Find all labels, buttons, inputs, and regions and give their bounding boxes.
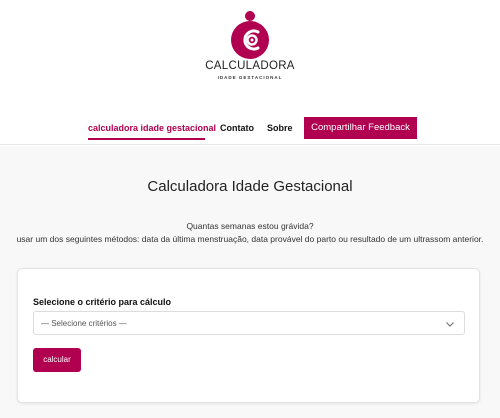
criteria-select-value: — Selecione critérios —: [41, 319, 127, 328]
calculator-card: Selecione o critério para cálculo — Sele…: [17, 268, 480, 403]
calculate-button[interactable]: calcular: [33, 348, 81, 372]
brand-tagline: IDADE GESTACIONAL: [217, 75, 283, 80]
main-content: Calculadora Idade Gestacional Quantas se…: [0, 146, 500, 418]
intro-question: Quantas semanas estou grávida?: [186, 221, 314, 231]
mother-baby-logo-icon[interactable]: [228, 10, 272, 60]
intro-description: usar um dos seguintes métodos: data da ú…: [16, 234, 484, 244]
brand-name: CALCULADORA: [205, 60, 295, 72]
active-nav-underline: [88, 138, 205, 140]
nav-link-sobre[interactable]: Sobre: [267, 123, 293, 133]
criteria-select[interactable]: — Selecione critérios —: [33, 311, 465, 335]
site-header: CALCULADORA IDADE GESTACIONAL calculador…: [0, 0, 500, 145]
main-nav: calculadora idade gestacional Contato So…: [0, 117, 500, 141]
share-feedback-button[interactable]: Compartilhar Feedback: [304, 117, 417, 139]
page-title: Calculadora Idade Gestacional: [147, 178, 353, 195]
chevron-down-icon: [446, 322, 454, 327]
nav-link-contato[interactable]: Contato: [220, 123, 254, 133]
nav-link-calculadora[interactable]: calculadora idade gestacional: [88, 123, 216, 133]
criteria-label: Selecione o critério para cálculo: [33, 297, 172, 307]
